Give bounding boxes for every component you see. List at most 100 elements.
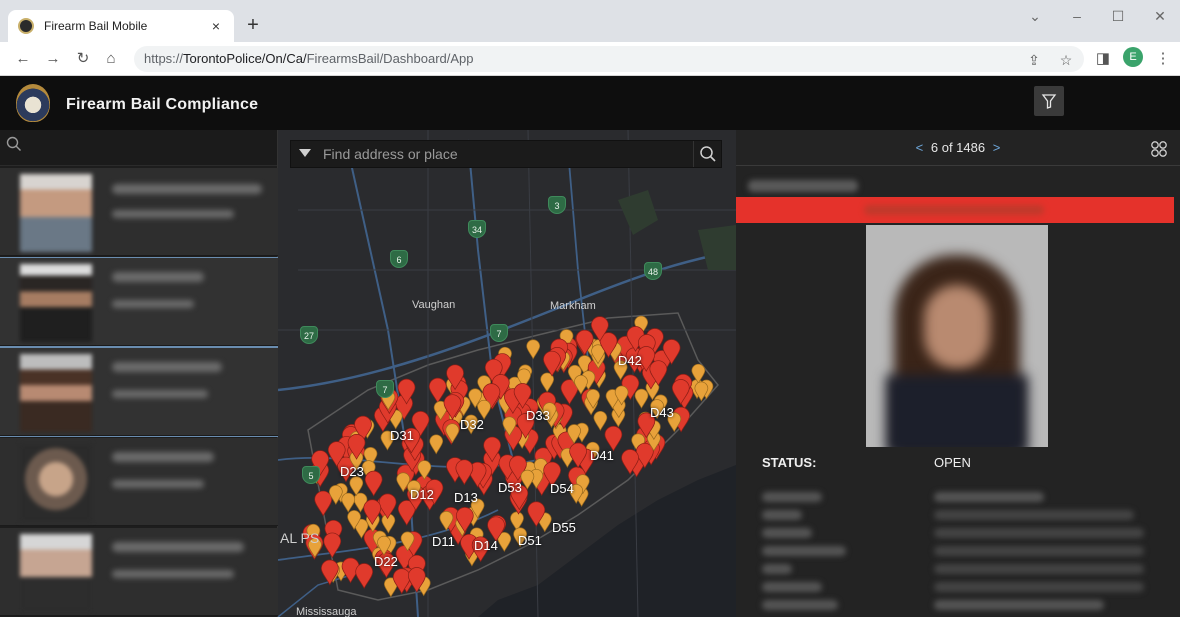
map-marker-orange[interactable] xyxy=(341,492,356,513)
map-marker-red[interactable] xyxy=(355,563,374,589)
grid-view-icon[interactable] xyxy=(1150,140,1168,158)
url-prefix: https:// xyxy=(144,51,184,66)
highway-shield: 5 xyxy=(302,466,320,484)
redacted-field-row xyxy=(762,580,1154,594)
highway-shield: 7 xyxy=(376,380,394,398)
list-item[interactable] xyxy=(0,528,278,616)
highway-shield: 6 xyxy=(390,250,408,268)
district-label: D23 xyxy=(340,464,364,479)
avatar xyxy=(20,264,92,342)
redacted-field-row xyxy=(762,562,1154,576)
search-options-caret-icon[interactable] xyxy=(299,149,311,157)
address-search-input[interactable] xyxy=(323,141,693,167)
forward-icon[interactable]: → xyxy=(42,48,64,70)
detail-panel: < 6 of 1486 > STATUS: OPEN xyxy=(736,130,1180,617)
redacted-name xyxy=(112,452,214,462)
map-marker-red[interactable] xyxy=(314,490,333,517)
prev-record-button[interactable]: < xyxy=(912,140,928,155)
map-search-button[interactable] xyxy=(693,141,721,167)
search-icon[interactable] xyxy=(6,136,22,152)
redacted-name xyxy=(112,272,204,282)
tab-title: Firearm Bail Mobile xyxy=(44,19,148,33)
browser-tab[interactable]: Firearm Bail Mobile × xyxy=(8,10,234,42)
reload-icon[interactable]: ↻ xyxy=(72,48,94,70)
redacted-name xyxy=(112,184,262,194)
close-window-button[interactable]: ✕ xyxy=(1150,8,1170,25)
address-bar[interactable]: https://TorontoPolice/On/Ca/FirearmsBail… xyxy=(134,46,1084,72)
new-tab-button[interactable]: + xyxy=(244,13,262,37)
filter-button[interactable] xyxy=(1034,86,1064,116)
list-item[interactable] xyxy=(0,438,278,526)
avatar xyxy=(20,534,92,612)
map-marker-orange[interactable] xyxy=(526,339,541,360)
redacted-field-row xyxy=(762,526,1154,540)
filter-icon xyxy=(1041,94,1057,109)
redacted-field-row xyxy=(762,490,1154,504)
back-icon[interactable]: ← xyxy=(12,48,34,70)
redacted-id xyxy=(112,480,204,488)
district-label: D12 xyxy=(410,487,434,502)
status-label: STATUS: xyxy=(762,455,817,470)
district-label: D11 xyxy=(432,534,455,549)
next-record-button[interactable]: > xyxy=(989,140,1005,155)
highway-shield: 27 xyxy=(300,326,318,344)
more-menu-icon[interactable]: ⋮ xyxy=(1152,48,1174,70)
district-label: D32 xyxy=(460,417,484,432)
redacted-id xyxy=(112,300,194,308)
redacted-field-row xyxy=(762,598,1154,612)
map-marker-red[interactable] xyxy=(543,350,561,377)
pager-text: 6 of 1486 xyxy=(930,140,986,155)
place-label-mississauga: Mississauga xyxy=(296,606,357,617)
toronto-police-favicon-icon xyxy=(18,18,34,34)
list-item[interactable] xyxy=(0,168,278,256)
list-search[interactable] xyxy=(0,130,277,166)
bookmark-star-icon[interactable]: ☆ xyxy=(1056,50,1076,70)
subject-photo xyxy=(866,225,1048,447)
list-item[interactable] xyxy=(0,347,279,437)
district-label: D53 xyxy=(498,480,522,495)
side-panel-icon[interactable]: ◨ xyxy=(1092,48,1114,70)
map-search-bar xyxy=(290,140,722,168)
browser-tab-bar: Firearm Bail Mobile × + ⌄ – ☐ ✕ xyxy=(0,0,1180,42)
district-label: D42 xyxy=(618,353,642,368)
district-label: D41 xyxy=(590,448,614,463)
highway-shield: 3 xyxy=(548,196,566,214)
redacted-name xyxy=(748,180,858,192)
map-marker-red[interactable] xyxy=(428,377,447,404)
maximize-button[interactable]: ☐ xyxy=(1108,8,1128,25)
avatar xyxy=(20,444,92,522)
minimize-button[interactable]: – xyxy=(1067,8,1087,24)
district-label: D31 xyxy=(390,428,414,443)
map-marker-orange[interactable] xyxy=(634,388,649,409)
highway-shield: 34 xyxy=(468,220,486,238)
map-marker-red[interactable] xyxy=(455,459,474,486)
district-label: D33 xyxy=(526,408,550,423)
district-label: D51 xyxy=(518,533,542,548)
place-label-vaughan: Vaughan xyxy=(412,299,456,311)
profile-avatar[interactable]: E xyxy=(1123,47,1143,67)
redacted-field-row xyxy=(762,508,1154,522)
home-icon[interactable]: ⌂ xyxy=(100,48,122,70)
tab-search-icon[interactable]: ⌄ xyxy=(1025,8,1045,25)
status-value: OPEN xyxy=(934,455,971,470)
map-marker-orange[interactable] xyxy=(593,410,608,431)
map-marker-red[interactable] xyxy=(364,470,383,497)
redacted-field-row xyxy=(762,544,1154,558)
url-host: TorontoPolice/On/Ca/ xyxy=(183,51,307,66)
map-marker-orange[interactable] xyxy=(349,476,364,497)
redacted-banner-text xyxy=(864,205,1044,215)
district-label: D55 xyxy=(552,520,576,535)
browser-toolbar: ← → ↻ ⌂ https://TorontoPolice/On/Ca/Fire… xyxy=(0,42,1180,76)
district-label: D14 xyxy=(474,538,498,553)
map-view[interactable]: 3 34 6 48 27 7 7 5 Vaughan Markham AL PS… xyxy=(278,130,736,617)
redacted-id xyxy=(112,570,234,578)
map-marker-orange[interactable] xyxy=(429,434,444,455)
url-path: FirearmsBail/Dashboard/App xyxy=(306,51,474,66)
tab-close-icon[interactable]: × xyxy=(208,18,224,34)
avatar xyxy=(20,354,92,432)
highway-shield: 48 xyxy=(644,262,662,280)
share-icon[interactable]: ⇪ xyxy=(1024,50,1044,70)
map-marker-orange[interactable] xyxy=(445,423,460,444)
list-item[interactable] xyxy=(0,257,279,347)
map-base-layer xyxy=(278,130,736,617)
